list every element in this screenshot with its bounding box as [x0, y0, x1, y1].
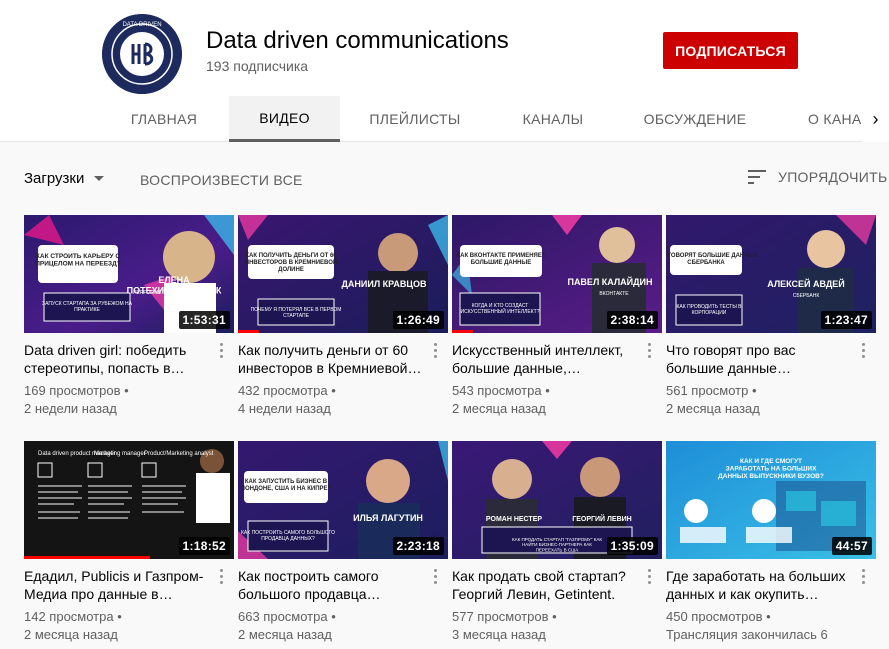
video-title[interactable]: Как продать свой стартап? Георгий Левин,…	[452, 567, 640, 603]
video-card[interactable]: РОМАН НЕСТЕР ГЕОРГИЙ ЛЕВИН КАК ПРОДАТЬ С…	[452, 441, 662, 642]
thumb-speaker-sub: ВКОНТАКТЕ	[599, 291, 629, 297]
video-age: 2 месяца назад	[238, 627, 332, 642]
video-age: 2 месяца назад	[452, 401, 546, 416]
video-title[interactable]: Как построить самого большого продавца…	[238, 567, 426, 603]
video-age: 2 недели назад	[24, 401, 117, 416]
tab-videos[interactable]: ВИДЕО	[229, 96, 340, 142]
video-title[interactable]: Где заработать на больших данных и как о…	[666, 567, 854, 603]
video-duration: 44:57	[831, 537, 872, 555]
video-views: 543 просмотра •	[452, 383, 550, 398]
thumb-col-title: Marketing manager	[94, 451, 146, 457]
hse-logo-icon: DATA DRIVEN	[102, 14, 182, 94]
video-views: 169 просмотров •	[24, 383, 129, 398]
video-views: 142 просмотра •	[24, 609, 122, 624]
sort-order-button[interactable]: УПОРЯДОЧИТЬ	[748, 169, 887, 185]
sort-dropdown-value: Загрузки	[24, 170, 85, 187]
more-actions-icon[interactable]	[648, 569, 652, 585]
sort-order-label: УПОРЯДОЧИТЬ	[778, 169, 888, 185]
thumb-speaker-name: АЛЕКСЕЙ АВДЕЙ	[767, 278, 845, 289]
subscribe-button[interactable]: ПОДПИСАТЬСЯ	[663, 32, 798, 69]
sort-lines-icon	[748, 170, 766, 184]
video-card[interactable]: Data driven product manager Marketing ma…	[24, 441, 234, 642]
video-duration: 1:23:47	[820, 311, 872, 329]
thumb-speaker-sub: СБЕРБАНК	[793, 293, 820, 299]
videos-toolbar: Загрузки ВОСПРОИЗВЕСТИ ВСЕ УПОРЯДОЧИТЬ	[0, 160, 889, 198]
tab-home[interactable]: ГЛАВНАЯ	[112, 96, 216, 142]
video-thumbnail[interactable]: ЧТО ГОВОРЯТ БОЛЬШИЕ ДАННЫЕСБЕРБАНКА АЛЕК…	[666, 215, 876, 333]
video-thumbnail[interactable]: КАК ПОЛУЧИТЬ ДЕНЬГИ ОТ 60 ИНВЕСТОРОВ В КР…	[238, 215, 448, 333]
more-actions-icon[interactable]	[648, 343, 652, 359]
thumb-speaker-name: ИЛЬЯ ЛАГУТИН	[353, 513, 423, 523]
video-title[interactable]: Искусственный интеллект, большие данные,…	[452, 341, 640, 377]
video-age: 2 месяца назад	[24, 627, 118, 642]
video-views: 432 просмотра •	[238, 383, 336, 398]
thumb-speaker-name: ГЕОРГИЙ ЛЕВИН	[572, 514, 631, 523]
channel-avatar[interactable]: DATA DRIVEN	[102, 14, 182, 94]
play-all-button[interactable]: ВОСПРОИЗВЕСТИ ВСЕ	[140, 172, 303, 188]
channel-header: DATA DRIVEN Data driven communications 1…	[0, 0, 889, 142]
more-actions-icon[interactable]	[220, 343, 224, 359]
video-views: 663 просмотра •	[238, 609, 336, 624]
video-title[interactable]: Data driven girl: победить стереотипы, п…	[24, 341, 212, 377]
video-card[interactable]: КАК СТРОИТЬ КАРЬЕРУ С ПРИЦЕЛОМ НА ПЕРЕЕЗД…	[24, 215, 234, 416]
video-views: 561 просмотр •	[666, 383, 757, 398]
more-actions-icon[interactable]	[862, 343, 866, 359]
video-thumbnail[interactable]: РОМАН НЕСТЕР ГЕОРГИЙ ЛЕВИН КАК ПРОДАТЬ С…	[452, 441, 662, 559]
tab-playlists[interactable]: ПЛЕЙЛИСТЫ	[354, 96, 476, 142]
thumb-speaker-sub: PERFORMETRIX AI, ЭКС-GOOGLE	[133, 290, 215, 296]
video-duration: 1:18:52	[178, 537, 230, 555]
video-duration: 2:23:18	[392, 537, 444, 555]
video-thumbnail[interactable]: КАК И ГДЕ СМОГУТ ЗАРАБОТАТЬ НА БОЛЬШИХ ДАН…	[666, 441, 876, 559]
video-age: 3 месяца назад	[452, 627, 546, 642]
svg-text:DATA DRIVEN: DATA DRIVEN	[122, 22, 161, 28]
thumb-col-title: Product/Marketing analyst	[144, 451, 214, 457]
more-actions-icon[interactable]	[862, 569, 866, 585]
subscriber-count: 193 подписчика	[206, 58, 309, 74]
thumb-speaker-name: ДАНИИЛ КРАВЦОВ	[342, 279, 427, 289]
video-card[interactable]: КАК И ГДЕ СМОГУТ ЗАРАБОТАТЬ НА БОЛЬШИХ ДАН…	[666, 441, 876, 642]
video-age: 4 недели назад	[238, 401, 331, 416]
tabs-scroll-right-icon[interactable]: ›	[862, 96, 889, 142]
video-duration: 2:38:14	[606, 311, 658, 329]
video-card[interactable]: КАК ЗАПУСТИТЬ БИЗНЕС В ЛОНДОНЕ, США И НА …	[238, 441, 448, 642]
video-thumbnail[interactable]: КАК ЗАПУСТИТЬ БИЗНЕС В ЛОНДОНЕ, США И НА …	[238, 441, 448, 559]
video-card[interactable]: ЧТО ГОВОРЯТ БОЛЬШИЕ ДАННЫЕСБЕРБАНКА АЛЕК…	[666, 215, 876, 416]
video-age: 2 месяца назад	[666, 401, 760, 416]
thumb-bubble-text: КАК ЗАПУСТИТЬ БИЗНЕС В ЛОНДОНЕ, США И НА …	[241, 479, 332, 492]
more-actions-icon[interactable]	[434, 343, 438, 359]
video-views: 450 просмотров •	[666, 609, 771, 624]
video-thumbnail[interactable]: Data driven product manager Marketing ma…	[24, 441, 234, 559]
video-duration: 1:53:31	[178, 311, 230, 329]
tab-discussion[interactable]: ОБСУЖДЕНИЕ	[630, 96, 760, 142]
video-views: 577 просмотров •	[452, 609, 557, 624]
video-thumbnail[interactable]: КАК СТРОИТЬ КАРЬЕРУ С ПРИЦЕЛОМ НА ПЕРЕЕЗД…	[24, 215, 234, 333]
video-card[interactable]: КАК ВКОНТАКТЕ ПРИМЕНЯЕТ БОЛЬШИЕ ДАННЫЕ ПА…	[452, 215, 662, 416]
video-duration: 1:35:09	[606, 537, 658, 555]
thumb-speaker-name: РОМАН НЕСТЕР	[486, 516, 542, 523]
thumb-bubble-text: КАК СТРОИТЬ КАРЬЕРУ С ПРИЦЕЛОМ НА ПЕРЕЕЗД…	[35, 253, 121, 267]
channel-tabs: ГЛАВНАЯ ВИДЕО ПЛЕЙЛИСТЫ КАНАЛЫ ОБСУЖДЕНИ…	[0, 96, 889, 142]
sort-dropdown[interactable]: Загрузки	[24, 170, 105, 187]
watch-progress-bar	[24, 556, 150, 559]
video-title[interactable]: Едадил, Publicis и Газпром-Медиа про дан…	[24, 567, 212, 603]
more-actions-icon[interactable]	[220, 569, 224, 585]
video-duration: 1:26:49	[392, 311, 444, 329]
video-title[interactable]: Что говорят про вас большие данные…	[666, 341, 854, 377]
video-thumbnail[interactable]: КАК ВКОНТАКТЕ ПРИМЕНЯЕТ БОЛЬШИЕ ДАННЫЕ ПА…	[452, 215, 662, 333]
watch-progress-bar	[238, 330, 259, 333]
caret-down-icon	[94, 176, 105, 181]
tab-channels[interactable]: КАНАЛЫ	[500, 96, 606, 142]
thumb-caption: КОГДА И КТО СОЗДАСТ ИСКУССТВЕННЫЙ ИНТЕЛЛЕ…	[461, 303, 540, 315]
more-actions-icon[interactable]	[434, 569, 438, 585]
video-title[interactable]: Как получить деньги от 60 инвесторов в К…	[238, 341, 426, 377]
video-card[interactable]: КАК ПОЛУЧИТЬ ДЕНЬГИ ОТ 60 ИНВЕСТОРОВ В КР…	[238, 215, 448, 416]
watch-progress-bar	[452, 330, 473, 333]
channel-name: Data driven communications	[206, 27, 509, 54]
video-age: Трансляция закончилась 6	[666, 627, 828, 642]
thumb-speaker-name: ПАВЕЛ КАЛАЙДИН	[567, 276, 652, 287]
